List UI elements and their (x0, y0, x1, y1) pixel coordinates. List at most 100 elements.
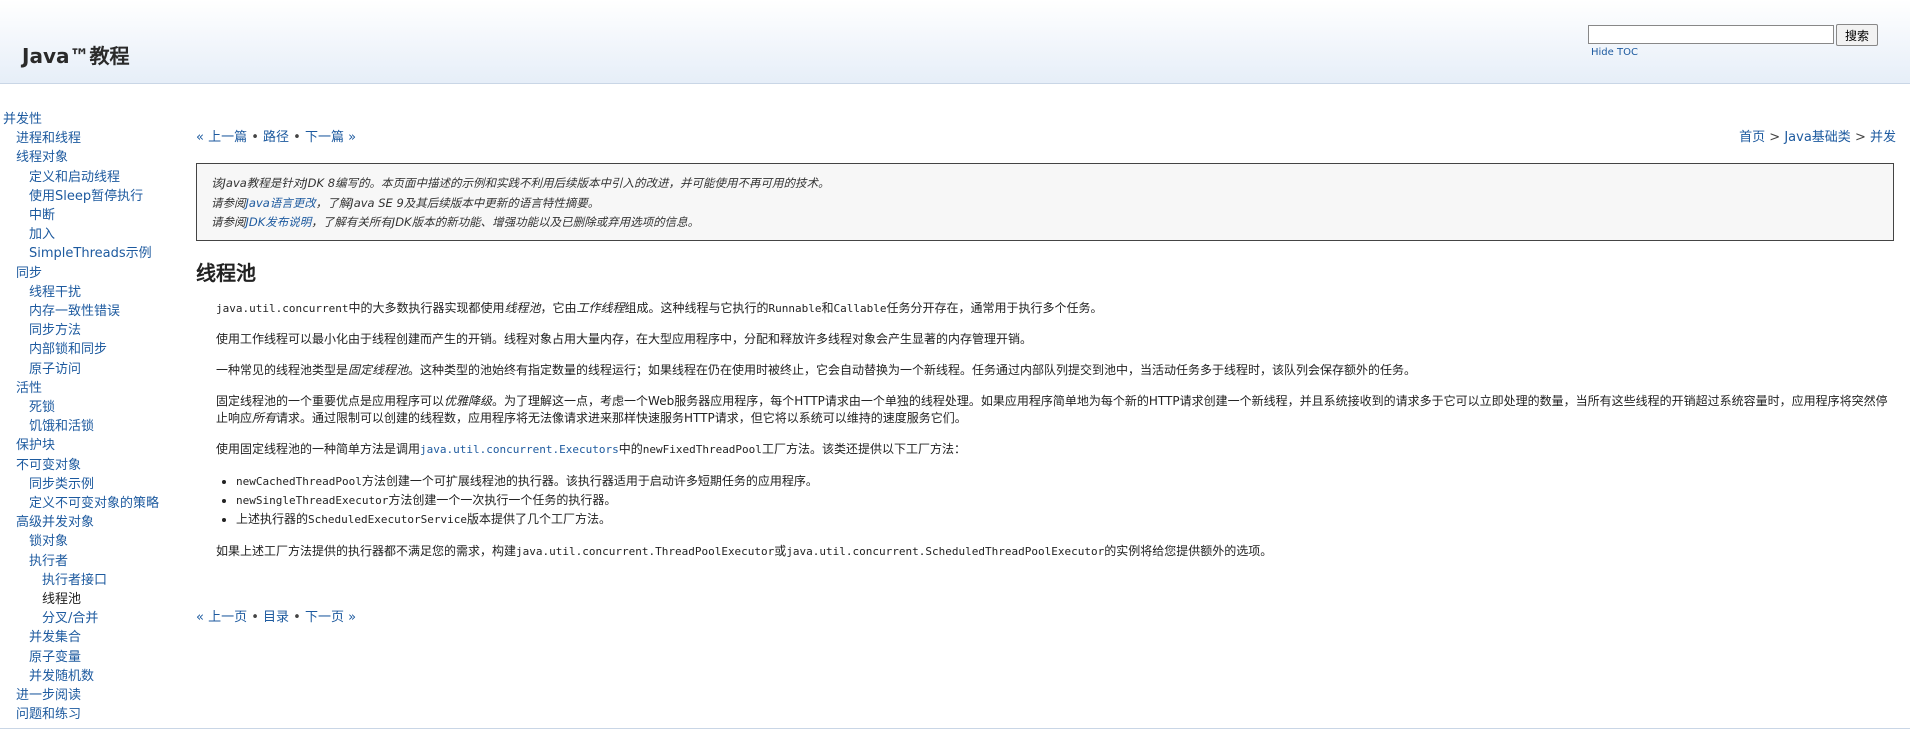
toc-item[interactable]: 高级并发对象 (0, 513, 185, 532)
toc-item[interactable]: 执行者 (0, 552, 185, 571)
trail-link[interactable]: 路径 (263, 130, 289, 145)
text: 。这种类型的池始终有指定数量的线程运行；如果线程在仍在使用时被终止，它会自动替换… (408, 363, 1417, 377)
toc-item[interactable]: 进程和线程 (0, 129, 185, 148)
code: java.util.concurrent.ScheduledThreadPool… (786, 545, 1105, 558)
code: ScheduledExecutorService (308, 513, 467, 526)
nav-separator: • (289, 610, 305, 625)
toc-item[interactable]: SimpleThreads示例 (0, 244, 185, 263)
toc-item[interactable]: 死锁 (0, 398, 185, 417)
toc-item[interactable]: 饥饿和活锁 (0, 417, 185, 436)
notice-line: 该Java教程是针对JDK 8编写的。本页面中描述的示例和实践不利用后续版本中引… (211, 176, 830, 190)
toc-item[interactable]: 同步方法 (0, 321, 185, 340)
list-item: newSingleThreadExecutor方法创建一个一次执行一个任务的执行… (236, 491, 1896, 510)
text: 固定线程池的一个重要优点是应用程序可以 (216, 394, 445, 408)
breadcrumb-home[interactable]: 首页 (1739, 130, 1765, 145)
toc-item[interactable]: 问题和练习 (0, 705, 185, 724)
breadcrumb-current[interactable]: 并发 (1870, 130, 1896, 145)
breadcrumb: 首页 > Java基础类 > 并发 (1739, 126, 1896, 145)
search-input[interactable] (1588, 25, 1834, 44)
notice-text: ，了解Java SE 9及其后续版本中更新的语言特性摘要。 (315, 195, 600, 210)
toc-item[interactable]: 线程对象 (0, 148, 185, 167)
code: newSingleThreadExecutor (236, 494, 389, 507)
toc-item[interactable]: 内存一致性错误 (0, 302, 185, 321)
search-button[interactable]: 搜索 (1836, 24, 1879, 46)
text: 版本提供了几个工厂方法。 (466, 512, 611, 526)
breadcrumb-basics[interactable]: Java基础类 (1784, 130, 1850, 145)
nav-separator: • (247, 610, 264, 625)
page-title: 线程池 (196, 261, 256, 285)
text: 工厂方法。该类还提供以下工厂方法： (761, 442, 966, 456)
toc-item[interactable]: 保护块 (0, 436, 185, 455)
toc-item[interactable]: 定义和启动线程 (0, 168, 185, 187)
code: java.util.concurrent.ThreadPoolExecutor (516, 545, 775, 558)
executors-api-link[interactable]: java.util.concurrent.Executors (420, 443, 619, 456)
notice-text: 请参阅 (211, 215, 246, 229)
list-item: 上述执行器的ScheduledExecutorService版本提供了几个工厂方… (236, 510, 1896, 529)
paragraph: 如果上述工厂方法提供的执行器都不满足您的需求，构建java.util.concu… (216, 543, 1896, 560)
text: 和 (821, 301, 834, 315)
prev-page-link[interactable]: « 上一页 (196, 610, 247, 625)
bottom-navigation: « 上一页 • 目录 • 下一页 » (196, 606, 356, 625)
toc-item[interactable]: 并发性 (0, 110, 185, 129)
toc-item[interactable]: 使用Sleep暂停执行 (0, 187, 185, 206)
prev-link[interactable]: « 上一篇 (196, 130, 247, 145)
breadcrumb-separator: > (1850, 130, 1870, 145)
next-link[interactable]: 下一篇 » (305, 130, 356, 145)
breadcrumb-separator: > (1765, 130, 1785, 145)
text: 组成。这种线程与它执行的 (624, 301, 769, 315)
toc-link[interactable]: 目录 (263, 610, 289, 625)
toc-item[interactable]: 锁对象 (0, 532, 185, 551)
toc-item[interactable]: 分叉/合并 (0, 609, 185, 628)
text: 或 (774, 544, 787, 558)
top-navigation: « 上一篇 • 路径 • 下一篇 » (196, 126, 356, 145)
text: 方法创建一个一次执行一个任务的执行器。 (388, 493, 617, 507)
notice-line: 请参阅Java语言更改，了解Java SE 9及其后续版本中更新的语言特性摘要。 (211, 194, 1879, 214)
toc-item[interactable]: 线程干扰 (0, 283, 185, 302)
code: newCachedThreadPool (236, 475, 362, 488)
hide-toc-link[interactable]: Hide TOC (1591, 47, 1638, 58)
emphasis: 工作线程 (576, 301, 625, 315)
version-notice: 该Java教程是针对JDK 8编写的。本页面中描述的示例和实践不利用后续版本中引… (196, 163, 1894, 241)
toc-item[interactable]: 原子访问 (0, 360, 185, 379)
text: 请求。通过限制可以创建的线程数，应用程序将无法像请求进来那样快速服务HTTP请求… (276, 411, 967, 425)
toc-item[interactable]: 中断 (0, 206, 185, 225)
nav-separator: • (247, 130, 264, 145)
notice-text: 请参阅 (211, 195, 246, 210)
toc-item[interactable]: 内部锁和同步 (0, 340, 185, 359)
jdk-release-notes-link[interactable]: JDK发布说明 (246, 215, 312, 229)
toc-item[interactable]: 同步 (0, 264, 185, 283)
emphasis: 固定线程池 (348, 363, 409, 377)
paragraph: 使用工作线程可以最小化由于线程创建而产生的开销。线程对象占用大量内存，在大型应用… (216, 332, 1033, 346)
toc-item[interactable]: 执行者接口 (0, 571, 185, 590)
toc-item[interactable]: 原子变量 (0, 648, 185, 667)
language-changes-link[interactable]: Java语言更改 (246, 196, 316, 210)
code: Callable (833, 302, 887, 315)
text: ，它由 (540, 301, 577, 315)
toc-item[interactable]: 同步类示例 (0, 475, 185, 494)
text: 如果上述工厂方法提供的执行器都不满足您的需求，构建 (216, 544, 517, 558)
text: 上述执行器的 (236, 512, 309, 526)
footer-divider (0, 728, 1910, 729)
toc-item[interactable]: 不可变对象 (0, 456, 185, 475)
factory-methods-list: newCachedThreadPool方法创建一个可扩展线程池的执行器。该执行器… (216, 472, 1896, 529)
toc-item[interactable]: 定义不可变对象的策略 (0, 494, 185, 513)
nav-separator: • (289, 130, 305, 145)
toc-item[interactable]: 进一步阅读 (0, 686, 185, 705)
toc-item[interactable]: 加入 (0, 225, 185, 244)
text: 的实例将给您提供额外的选项。 (1104, 544, 1273, 558)
toc-item[interactable]: 并发随机数 (0, 667, 185, 686)
code: newFixedThreadPool (642, 443, 762, 456)
text: 一种常见的线程池类型是 (216, 363, 349, 377)
toc-item[interactable]: 活性 (0, 379, 185, 398)
article-body: java.util.concurrent中的大多数执行器实现都使用线程池，它由工… (216, 300, 1896, 574)
list-item: newCachedThreadPool方法创建一个可扩展线程池的执行器。该执行器… (236, 472, 1896, 491)
page-header: Java™教程 搜索 Hide TOC (0, 0, 1910, 84)
toc-item[interactable]: 并发集合 (0, 628, 185, 647)
text: 使用固定线程池的一种简单方法是调用 (216, 442, 421, 456)
code: Runnable (768, 302, 822, 315)
text: 中的 (618, 442, 643, 456)
next-page-link[interactable]: 下一页 » (305, 610, 356, 625)
text: 方法创建一个可扩展线程池的执行器。该执行器适用于启动许多短期任务的应用程序。 (361, 474, 818, 488)
toc-item-current[interactable]: 线程池 (0, 590, 185, 609)
search-area: 搜索 (1588, 24, 1879, 47)
